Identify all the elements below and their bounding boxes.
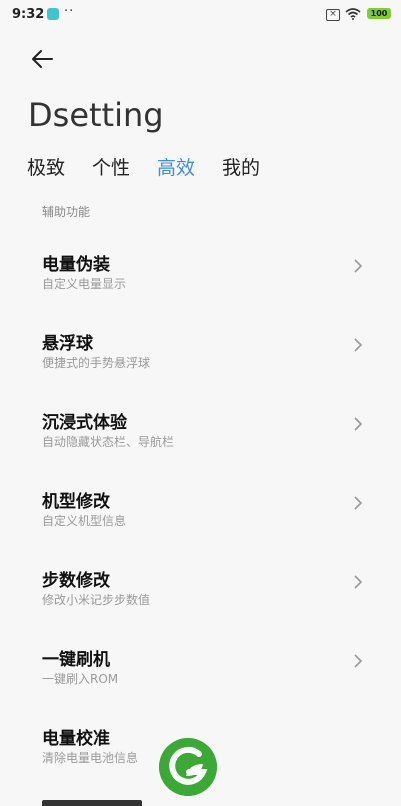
tab-mine[interactable]: 我的: [222, 153, 260, 180]
tab-extreme[interactable]: 极致: [27, 153, 65, 180]
list-item-subtitle: 自定义机型信息: [42, 514, 127, 528]
list-item-battery-disguise[interactable]: 电量伪装 自定义电量显示: [0, 250, 401, 310]
chevron-right-icon: [354, 654, 363, 668]
app-notification-icon: [47, 8, 59, 20]
tab-efficiency[interactable]: 高效: [157, 153, 195, 180]
list-item-title: 机型修改: [42, 492, 110, 512]
status-bar: 9:32 ·· × 100: [0, 0, 401, 30]
wifi-icon: [345, 8, 361, 20]
list-item-title: 电量伪装: [42, 255, 110, 275]
list-item-subtitle: 清除电量电池信息: [42, 751, 139, 765]
list-item-subtitle: 一键刷入ROM: [42, 672, 119, 686]
list-item-title: 沉浸式体验: [42, 413, 127, 433]
list-item-subtitle: 自定义电量显示: [42, 277, 127, 291]
battery-indicator: 100: [367, 8, 391, 19]
list-item-title: 步数修改: [42, 571, 110, 591]
list-item-one-click-flash[interactable]: 一键刷机 一键刷入ROM: [0, 645, 401, 705]
section-header-accessibility: 辅助功能: [42, 205, 91, 219]
list-item-subtitle: 修改小米记步步数值: [42, 593, 151, 607]
leaf-logo-icon: [159, 738, 217, 796]
chevron-right-icon: [354, 417, 363, 431]
chevron-right-icon: [354, 259, 363, 273]
tab-personality[interactable]: 个性: [92, 153, 130, 180]
list-item-subtitle: 便捷式的手势悬浮球: [42, 356, 151, 370]
list-item-title: 悬浮球: [42, 334, 93, 354]
list-item-title: 电量校准: [42, 729, 110, 749]
page-title: Dsetting: [28, 96, 164, 134]
list-item-model-modify[interactable]: 机型修改 自定义机型信息: [0, 487, 401, 547]
chevron-right-icon: [354, 338, 363, 352]
status-time: 9:32: [12, 7, 45, 22]
list-item-floating-ball[interactable]: 悬浮球 便捷式的手势悬浮球: [0, 329, 401, 389]
chevron-right-icon: [354, 496, 363, 510]
chevron-right-icon: [354, 575, 363, 589]
list-item-subtitle: 自动隐藏状态栏、导航栏: [42, 435, 175, 449]
back-arrow-icon[interactable]: [30, 48, 54, 70]
list-item-steps-modify[interactable]: 步数修改 修改小米记步步数值: [0, 566, 401, 626]
list-item-title: 一键刷机: [42, 650, 110, 670]
list-item-immersive[interactable]: 沉浸式体验 自动隐藏状态栏、导航栏: [0, 408, 401, 468]
more-notifications-indicator: ··: [64, 4, 75, 19]
no-sim-icon: ×: [326, 9, 340, 21]
list-item-partial: [42, 798, 162, 806]
